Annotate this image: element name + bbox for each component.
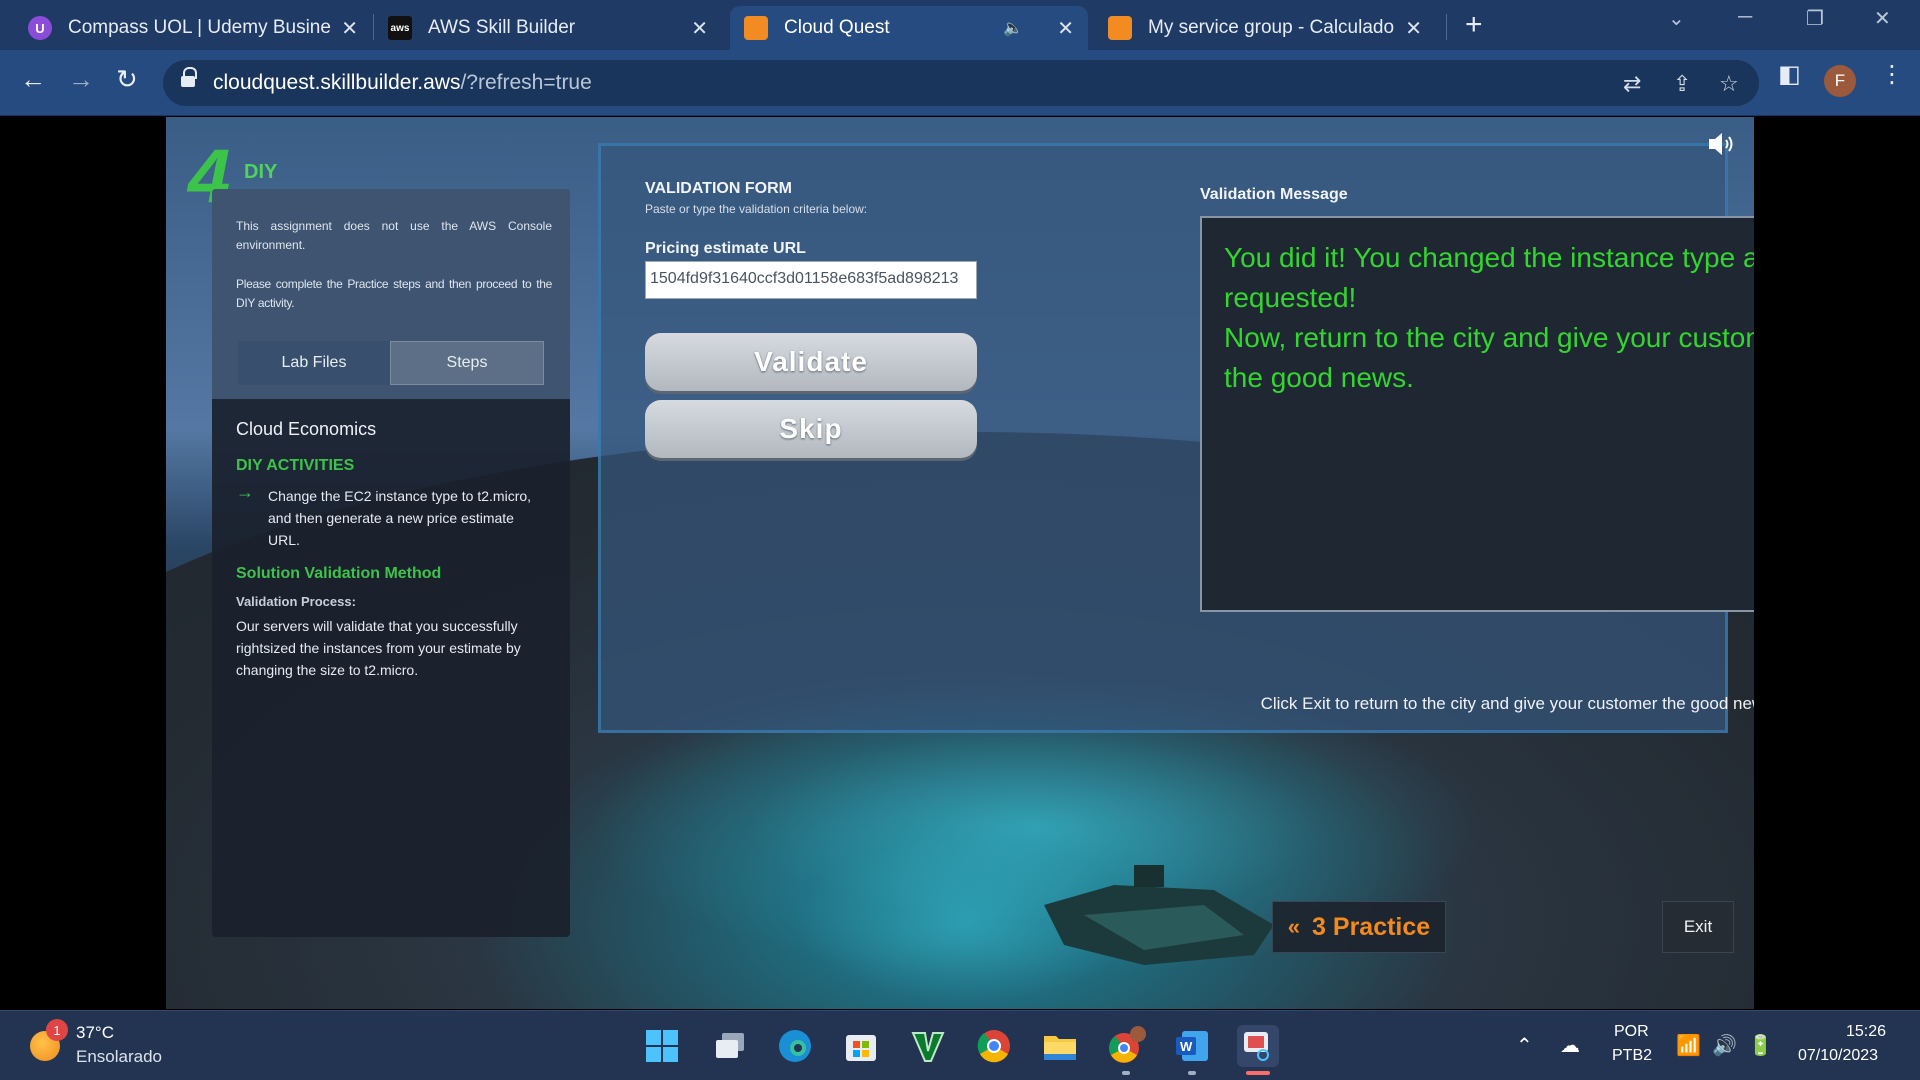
- snipping-tool-icon[interactable]: [1237, 1025, 1279, 1067]
- aws-icon: aws: [388, 16, 412, 40]
- onedrive-cloud-icon[interactable]: ☁: [1560, 1033, 1580, 1058]
- assignment-note: Please complete the Practice steps and t…: [236, 277, 552, 310]
- pricing-url-input[interactable]: 1504fd9f31640ccf3d01158e683f5ad898213: [645, 261, 977, 299]
- tab-title: AWS Skill Builder: [428, 17, 576, 38]
- battery-icon[interactable]: 🔋: [1748, 1033, 1773, 1058]
- word-icon[interactable]: W: [1171, 1025, 1213, 1067]
- tab-steps[interactable]: Steps: [390, 341, 544, 385]
- reload-button[interactable]: ↻: [116, 64, 138, 95]
- double-chevron-left-icon: «: [1287, 914, 1301, 939]
- back-button[interactable]: ←: [20, 64, 46, 95]
- validation-form-subtitle: Paste or type the validation criteria be…: [645, 202, 868, 216]
- close-icon[interactable]: ✕: [1405, 16, 1422, 41]
- speaker-icon[interactable]: [1706, 129, 1736, 159]
- validation-panel: VALIDATION FORM Paste or type the valida…: [598, 143, 1754, 733]
- diy-activities-title: DIY ACTIVITIES: [236, 457, 355, 474]
- weather-temperature[interactable]: 37°C: [76, 1023, 114, 1043]
- skip-button[interactable]: Skip: [645, 400, 977, 458]
- weather-description[interactable]: Ensolarado: [76, 1047, 162, 1067]
- clock-time[interactable]: 15:26: [1846, 1023, 1886, 1041]
- validation-message-title: Validation Message: [1200, 186, 1348, 203]
- chrome-profile-icon[interactable]: [1105, 1025, 1147, 1067]
- tab-title: Cloud Quest: [784, 17, 890, 38]
- tab-title: Compass UOL | Udemy Business: [68, 17, 332, 38]
- close-window-button[interactable]: ✕: [1874, 6, 1891, 31]
- close-icon[interactable]: ✕: [691, 16, 708, 41]
- new-tab-button[interactable]: +: [1465, 8, 1483, 42]
- assignment-note: This assignment does not use the AWS Con…: [236, 219, 552, 252]
- edge-browser-icon[interactable]: [774, 1025, 816, 1067]
- side-panel-icon[interactable]: ◧: [1778, 60, 1801, 89]
- tab-lab-files[interactable]: Lab Files: [238, 341, 390, 385]
- chrome-icon[interactable]: [973, 1025, 1015, 1067]
- volume-icon[interactable]: 🔊: [1712, 1033, 1737, 1058]
- close-icon[interactable]: ✕: [1057, 16, 1074, 41]
- microsoft-store-icon[interactable]: [840, 1025, 882, 1067]
- pricing-url-label: Pricing estimate URL: [645, 240, 806, 257]
- spaceship-model: [1044, 865, 1274, 965]
- profile-avatar[interactable]: F: [1824, 65, 1856, 97]
- weather-badge: 1: [46, 1019, 68, 1041]
- input-language[interactable]: POR: [1614, 1023, 1649, 1041]
- clock-date[interactable]: 07/10/2023: [1798, 1047, 1878, 1065]
- bookmark-star-icon[interactable]: ☆: [1719, 71, 1739, 97]
- file-explorer-icon[interactable]: [1039, 1025, 1081, 1067]
- solution-validation-title: Solution Validation Method: [236, 565, 442, 582]
- show-hidden-icons-chevron[interactable]: ⌃: [1516, 1033, 1533, 1058]
- validation-footer-text: Click Exit to return to the city and giv…: [1260, 694, 1754, 713]
- tab-cloud-quest[interactable]: Cloud Quest 🔈 ✕: [730, 6, 1088, 50]
- url-text[interactable]: cloudquest.skillbuilder.aws/?refresh=tru…: [213, 71, 592, 95]
- wifi-icon[interactable]: 📶: [1676, 1033, 1701, 1058]
- tab-aws-skill-builder[interactable]: aws AWS Skill Builder ✕: [374, 6, 722, 50]
- windows-start-icon[interactable]: [641, 1025, 683, 1067]
- validation-message-line: You did it! You changed the instance typ…: [1224, 242, 1754, 313]
- cloud-quest-game: 4 DIY This assignment does not use the A…: [166, 117, 1754, 1009]
- forward-button[interactable]: →: [68, 64, 94, 95]
- tab-audio-icon[interactable]: 🔈: [1003, 18, 1023, 38]
- validation-process-text: Our servers will validate that you succe…: [236, 618, 521, 678]
- tab-title: My service group - Calculadora de Preço: [1148, 17, 1395, 38]
- windows-taskbar: 1 37°C Ensolarado W ⌃ ☁ POR PTB2 📶 🔊 🔋 1…: [0, 1010, 1920, 1080]
- practice-button[interactable]: « 3 Practice: [1272, 901, 1446, 953]
- address-bar[interactable]: cloudquest.skillbuilder.aws/?refresh=tru…: [163, 60, 1759, 106]
- validation-form-title: VALIDATION FORM: [645, 180, 792, 197]
- tab-udemy[interactable]: U Compass UOL | Udemy Business ✕: [14, 6, 372, 50]
- practice-label: 3 Practice: [1312, 912, 1431, 941]
- udemy-icon: U: [28, 16, 52, 40]
- calculator-icon: [1108, 16, 1132, 40]
- vim-icon[interactable]: [907, 1025, 949, 1067]
- exit-button[interactable]: Exit: [1662, 901, 1734, 953]
- cloudquest-icon: [744, 16, 768, 40]
- close-icon[interactable]: ✕: [341, 16, 358, 41]
- tab-search-icon[interactable]: ⌄: [1668, 6, 1685, 31]
- lock-icon[interactable]: [181, 67, 197, 89]
- validation-message-box: You did it! You changed the instance typ…: [1200, 216, 1754, 612]
- translate-icon[interactable]: ⇄: [1623, 71, 1641, 97]
- section-heading: Cloud Economics: [236, 419, 377, 439]
- share-icon[interactable]: ⇪: [1673, 71, 1691, 97]
- minimize-button[interactable]: ─: [1738, 6, 1752, 29]
- tab-calculator[interactable]: My service group - Calculadora de Preço …: [1094, 6, 1436, 50]
- menu-kebab-icon[interactable]: ⋮: [1880, 60, 1904, 89]
- validation-process-label: Validation Process:: [236, 594, 356, 609]
- task-view-icon[interactable]: [709, 1025, 751, 1067]
- browser-toolbar: ← → ↻ cloudquest.skillbuilder.aws/?refre…: [0, 50, 1920, 116]
- restore-button[interactable]: ❐: [1806, 6, 1824, 31]
- level-label: DIY: [244, 161, 278, 183]
- validate-button[interactable]: Validate: [645, 333, 977, 391]
- svg-text:W: W: [1180, 1039, 1193, 1054]
- arrow-right-icon: →: [236, 482, 254, 502]
- validation-message-text: You did it! You changed the instance typ…: [1224, 238, 1754, 398]
- validation-message-line: Now, return to the city and give your cu…: [1224, 322, 1754, 393]
- diy-activity-item: Change the EC2 instance type to t2.micro…: [268, 488, 532, 548]
- browser-tab-strip: U Compass UOL | Udemy Business ✕ aws AWS…: [0, 0, 1920, 50]
- assignment-panel: This assignment does not use the AWS Con…: [212, 189, 570, 937]
- keyboard-layout[interactable]: PTB2: [1612, 1047, 1652, 1065]
- panel-tabs: Lab Files Steps: [238, 341, 544, 385]
